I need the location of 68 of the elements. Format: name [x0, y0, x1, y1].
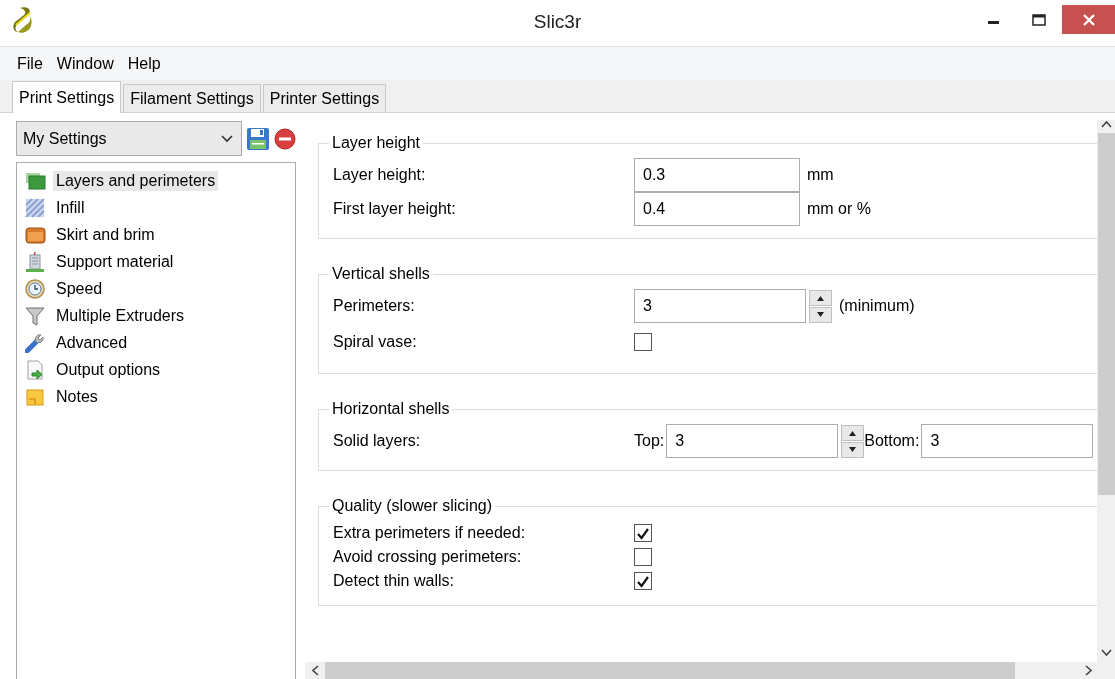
option-label: Detect thin walls:: [333, 572, 455, 590]
clock-icon: [25, 278, 47, 299]
number-field[interactable]: 3: [921, 424, 1094, 458]
group-title: Horizontal shells: [331, 400, 451, 418]
menu-item[interactable]: Help: [120, 54, 168, 73]
page-tree-item[interactable]: Support material: [53, 251, 177, 272]
menu-item[interactable]: File: [10, 54, 50, 73]
maximize-icon: [1032, 13, 1046, 26]
option-label: Extra perimeters if needed:: [333, 524, 527, 542]
preset-dropdown[interactable]: My Settings: [16, 121, 242, 156]
window-title: Slic3r: [533, 11, 582, 32]
option-label: Spiral vase:: [333, 333, 418, 351]
settings-tab[interactable]: Printer Settings: [262, 84, 387, 112]
unit-label: mm: [807, 166, 834, 184]
checkbox[interactable]: [634, 572, 652, 590]
close-icon: [1082, 13, 1095, 26]
hatched-square-icon: [25, 197, 47, 218]
field-label: Bottom:: [864, 432, 920, 450]
option-label: First layer height:: [333, 200, 457, 218]
scroll-right-icon: [1084, 665, 1093, 676]
page-tree-item[interactable]: Notes: [53, 386, 101, 407]
group-title: Vertical shells: [331, 265, 431, 283]
option-label: Solid layers:: [333, 432, 422, 450]
app-logo-icon: [12, 6, 34, 34]
page-tree-item[interactable]: Advanced: [53, 332, 131, 353]
checkbox[interactable]: [634, 524, 652, 542]
page-tree-item[interactable]: Speed: [53, 278, 106, 299]
field-label: Top:: [634, 432, 665, 450]
page-tree-item[interactable]: Layers and perimeters: [53, 170, 219, 191]
option-label: Layer height:: [333, 166, 427, 184]
close-button[interactable]: [1062, 5, 1115, 34]
unit-label: (minimum): [839, 297, 915, 315]
group-title: Quality (slower slicing): [331, 497, 494, 515]
settings-tab[interactable]: Filament Settings: [123, 84, 261, 112]
scroll-left-icon: [311, 665, 320, 676]
tray-icon: [25, 224, 47, 245]
group-title: Layer height: [331, 134, 422, 152]
delete-icon[interactable]: [274, 127, 296, 150]
checkbox[interactable]: [634, 333, 652, 351]
option-label: Avoid crossing perimeters:: [333, 548, 523, 566]
number-field[interactable]: 0.3: [634, 158, 800, 192]
number-field[interactable]: 3: [634, 289, 806, 323]
horizontal-scrollbar[interactable]: [305, 662, 1115, 679]
check-icon: [636, 574, 650, 588]
scroll-up-icon: [1100, 120, 1112, 129]
layers-icon: [25, 170, 47, 191]
spinner-arrows-icon[interactable]: [841, 424, 865, 458]
building-icon: [25, 251, 47, 272]
note-icon: [25, 386, 47, 407]
page-tree-item[interactable]: Infill: [53, 197, 88, 218]
number-field[interactable]: 3: [666, 424, 839, 458]
vertical-scrollbar[interactable]: [1097, 120, 1115, 662]
settings-tab[interactable]: Print Settings: [12, 81, 122, 113]
scroll-down-icon: [1100, 648, 1112, 657]
menu-item[interactable]: Window: [49, 54, 121, 73]
save-icon[interactable]: [246, 126, 270, 151]
checkbox[interactable]: [634, 548, 652, 566]
check-icon: [636, 526, 650, 540]
number-field[interactable]: 0.4: [634, 192, 800, 226]
option-label: Perimeters:: [333, 297, 416, 315]
wrench-icon: [25, 332, 47, 353]
page-tree-item[interactable]: Output options: [53, 359, 164, 380]
unit-label: mm or %: [807, 200, 871, 218]
funnel-icon: [25, 305, 47, 326]
caret-icon: [221, 134, 233, 143]
page-tree-item[interactable]: Skirt and brim: [53, 224, 158, 245]
page-tree-item[interactable]: Multiple Extruders: [53, 305, 188, 326]
spinner-arrows-icon[interactable]: [809, 289, 832, 323]
